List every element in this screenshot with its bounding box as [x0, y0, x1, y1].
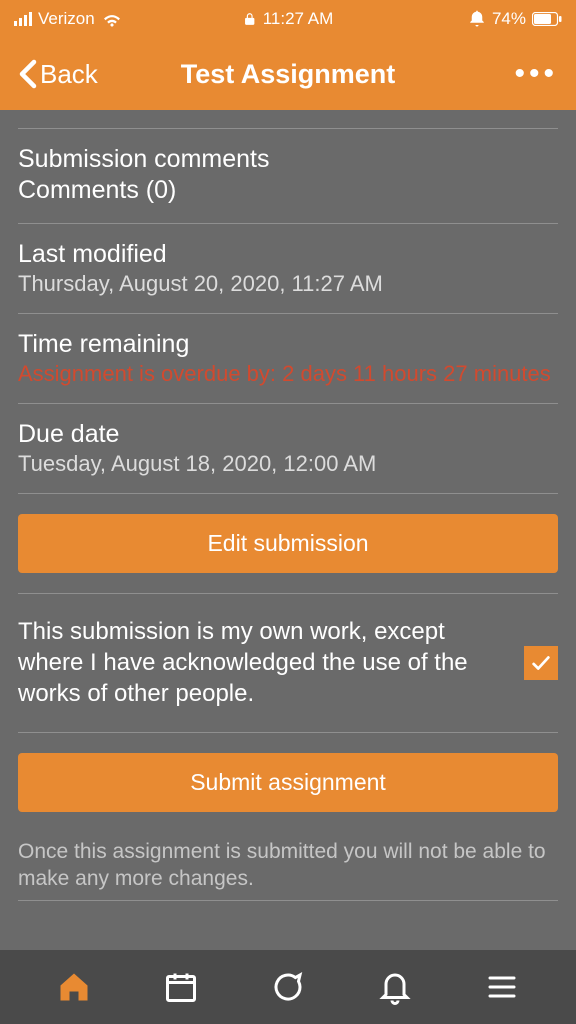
menu-icon [484, 969, 520, 1005]
edit-submission-button[interactable]: Edit submission [18, 514, 558, 573]
back-label: Back [40, 59, 98, 90]
submit-hint: Once this assignment is submitted you wi… [18, 832, 558, 901]
section-title: Last modified [18, 240, 558, 269]
back-button[interactable]: Back [18, 59, 98, 90]
chevron-left-icon [18, 59, 38, 89]
status-time: 11:27 AM [263, 9, 334, 29]
tab-calendar[interactable] [163, 969, 199, 1005]
section-due-date: Due date Tuesday, August 18, 2020, 12:00… [18, 404, 558, 493]
home-icon [56, 969, 92, 1005]
bell-icon [377, 969, 413, 1005]
chat-icon [270, 969, 306, 1005]
page-title: Test Assignment [181, 59, 396, 90]
alarm-icon [468, 10, 486, 28]
tab-menu[interactable] [484, 969, 520, 1005]
tab-notifications[interactable] [377, 969, 413, 1005]
tab-messages[interactable] [270, 969, 306, 1005]
acknowledgement-row: This submission is my own work, except w… [18, 594, 558, 732]
status-left: Verizon [14, 9, 123, 29]
divider [18, 900, 558, 901]
battery-percent: 74% [492, 9, 526, 29]
submit-assignment-button[interactable]: Submit assignment [18, 753, 558, 812]
content-area: Submission comments Comments (0) Last mo… [0, 110, 576, 950]
acknowledgement-checkbox[interactable] [524, 646, 558, 680]
lock-icon [243, 12, 257, 26]
status-center: 11:27 AM [243, 9, 334, 29]
acknowledgement-text: This submission is my own work, except w… [18, 616, 506, 710]
cell-signal-icon [14, 12, 32, 26]
status-right: 74% [468, 9, 562, 29]
section-title: Submission comments [18, 145, 558, 174]
tab-bar [0, 950, 576, 1024]
section-title: Due date [18, 420, 558, 449]
check-icon [530, 652, 552, 674]
status-bar: Verizon 11:27 AM 74% [0, 0, 576, 38]
tab-home[interactable] [56, 969, 92, 1005]
calendar-icon [163, 969, 199, 1005]
section-time-remaining: Time remaining Assignment is overdue by:… [18, 314, 558, 403]
battery-icon [532, 12, 562, 26]
section-title: Time remaining [18, 330, 558, 359]
carrier-label: Verizon [38, 9, 95, 29]
more-button[interactable]: ••• [514, 69, 558, 79]
wifi-icon [101, 11, 123, 27]
nav-bar: Back Test Assignment ••• [0, 38, 576, 110]
section-value: Tuesday, August 18, 2020, 12:00 AM [18, 451, 558, 477]
section-last-modified: Last modified Thursday, August 20, 2020,… [18, 224, 558, 313]
section-value-overdue: Assignment is overdue by: 2 days 11 hour… [18, 361, 558, 387]
section-value: Comments (0) [18, 176, 558, 205]
section-submission-comments[interactable]: Submission comments Comments (0) [18, 129, 558, 223]
section-value: Thursday, August 20, 2020, 11:27 AM [18, 271, 558, 297]
